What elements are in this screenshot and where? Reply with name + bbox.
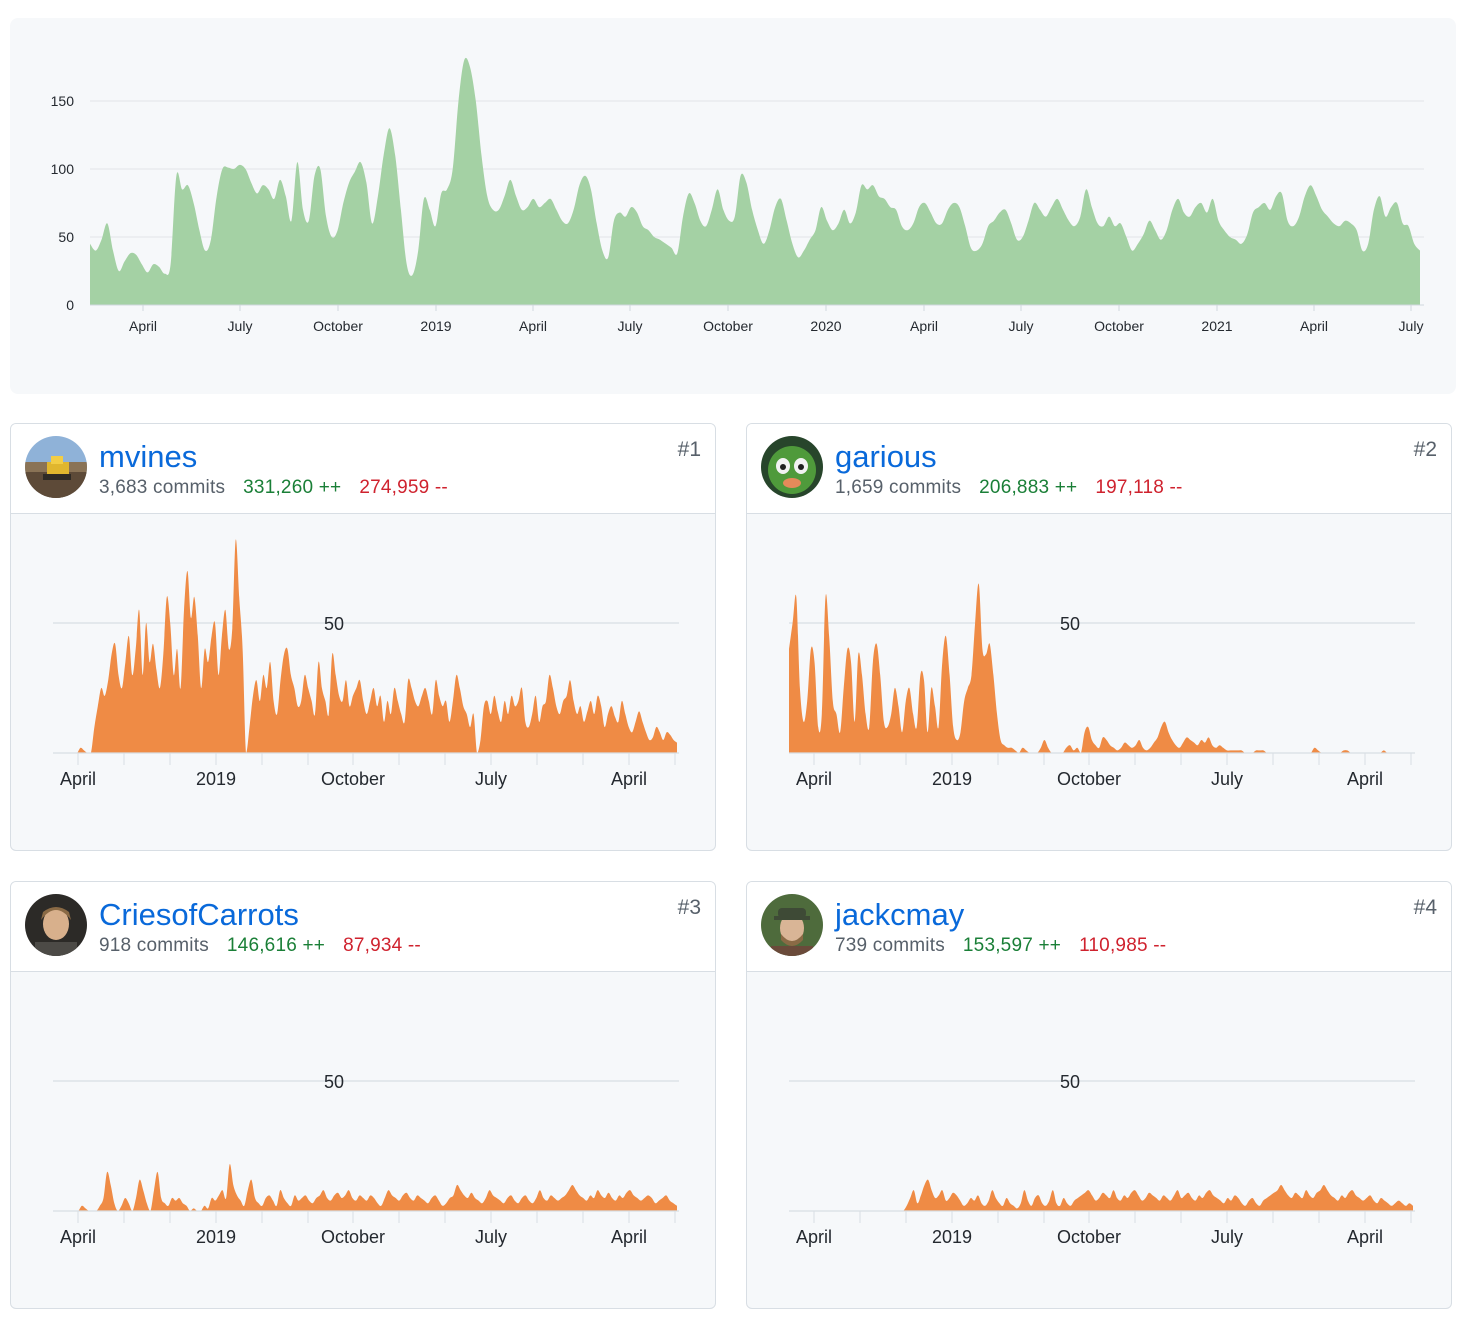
contributor-x-tick-label: April (1347, 1227, 1383, 1247)
contributor-x-tick-label: October (321, 769, 385, 789)
commit-count-link[interactable]: 3,683 commits (99, 477, 225, 498)
additions-count: 331,260 ++ (243, 477, 342, 498)
green-mask-avatar-icon[interactable] (761, 436, 823, 498)
contributor-card-header: garious 1,659 commits 206,883 ++ 197,118 -… (747, 424, 1451, 514)
contributor-x-tick-label: July (475, 769, 507, 789)
contributor-card: mvines 3,683 commits 331,260 ++ 274,959 --… (10, 423, 716, 851)
gridline-label: 50 (324, 614, 344, 634)
additions-count: 153,597 ++ (962, 935, 1062, 956)
overview-x-tick-label: October (1094, 318, 1144, 334)
contributor-username-link[interactable]: mvines (99, 440, 197, 474)
contributor-card-header: CriesofCarrots 918 commits 146,616 ++ 87,9… (11, 882, 715, 972)
contributor-activity-chart: 50 April 2019 October July April (789, 1072, 1415, 1247)
commit-count-link[interactable]: 739 commits (835, 935, 945, 956)
bulldozer-avatar-icon[interactable] (25, 436, 87, 498)
contributor-commits-area (53, 539, 677, 753)
contributor-rank: #3 (677, 896, 701, 919)
overview-chart-panel: 0 50 100 150 April July October 2019 April July Oc… (10, 18, 1456, 394)
overview-y-tick-label: 0 (66, 297, 74, 313)
contributor-username-link[interactable]: CriesofCarrots (99, 898, 299, 932)
contributor-card: CriesofCarrots 918 commits 146,616 ++ 87,9… (10, 881, 716, 1309)
contributor-x-tick-label: 2019 (196, 769, 236, 789)
overview-contributions-chart: 0 50 100 150 April July October 2019 April July Oc… (51, 57, 1424, 334)
contributor-x-tick-label: April (60, 1227, 96, 1247)
overview-y-tick-label: 100 (51, 161, 75, 177)
overview-x-tick-label: October (703, 318, 753, 334)
contributor-x-tick-label: April (611, 1227, 647, 1247)
contributor-commits-area (53, 1164, 677, 1211)
overview-commits-area (90, 57, 1420, 305)
contributor-x-tick-label: October (1057, 769, 1121, 789)
overview-x-tick-label: April (129, 318, 157, 334)
contributor-x-tick-label: 2019 (196, 1227, 236, 1247)
contributor-x-tick-label: April (796, 1227, 832, 1247)
contributor-rank: #1 (677, 438, 701, 461)
contributor-x-tick-label: April (796, 769, 832, 789)
contributor-x-tick-label: April (611, 769, 647, 789)
contributor-stats: 3,683 commits 331,260 ++ 274,959 -- (99, 477, 448, 499)
contributor-rank: #2 (1413, 438, 1437, 461)
contributor-x-tick-label: April (60, 769, 96, 789)
overview-x-tick-label: 2019 (420, 318, 451, 334)
overview-x-tick-label: April (519, 318, 547, 334)
contributor-activity-chart: 50 April 2019 October July April (789, 583, 1415, 789)
contributor-x-tick-label: 2019 (932, 1227, 972, 1247)
contributor-username-link[interactable]: jackcmay (835, 898, 964, 932)
overview-x-tick-label: 2021 (1201, 318, 1232, 334)
overview-x-tick-label: 2020 (810, 318, 841, 334)
contributor-username-link[interactable]: garious (835, 440, 937, 474)
contributor-x-tick-label: July (1211, 769, 1243, 789)
person-avatar-icon[interactable] (25, 894, 87, 956)
deletions-count: 274,959 -- (359, 477, 448, 498)
additions-count: 146,616 ++ (226, 935, 326, 956)
overview-x-tick-label: April (910, 318, 938, 334)
deletions-count: 197,118 -- (1095, 477, 1183, 498)
contributor-activity-chart: 50 April 2019 October July April (53, 539, 679, 789)
contributor-commits-area (789, 1179, 1413, 1211)
contributor-x-tick-label: October (1057, 1227, 1121, 1247)
additions-count: 206,883 ++ (979, 477, 1078, 498)
contributor-stats: 1,659 commits 206,883 ++ 197,118 -- (835, 477, 1183, 499)
overview-x-tick-label: July (1399, 318, 1424, 334)
contributor-x-tick-label: July (475, 1227, 507, 1247)
contributor-x-tick-label: July (1211, 1227, 1243, 1247)
contributor-x-tick-label: 2019 (932, 769, 972, 789)
contributor-card-header: jackcmay 739 commits 153,597 ++ 110,985 --… (747, 882, 1451, 972)
contributor-card: jackcmay 739 commits 153,597 ++ 110,985 --… (746, 881, 1452, 1309)
contributor-stats: 918 commits 146,616 ++ 87,934 -- (99, 935, 421, 957)
gridline-label: 50 (324, 1072, 344, 1092)
overview-x-tick-label: October (313, 318, 363, 334)
gridline-label: 50 (1060, 614, 1080, 634)
overview-x-tick-label: July (1009, 318, 1034, 334)
overview-x-tick-label: July (228, 318, 253, 334)
person-hat-avatar-icon[interactable] (761, 894, 823, 956)
overview-x-tick-label: April (1300, 318, 1328, 334)
commit-count-link[interactable]: 1,659 commits (835, 477, 961, 498)
contributor-card: garious 1,659 commits 206,883 ++ 197,118 -… (746, 423, 1452, 851)
overview-y-tick-label: 50 (58, 229, 74, 245)
commit-count-link[interactable]: 918 commits (99, 935, 209, 956)
contributor-rank: #4 (1413, 896, 1437, 919)
contributor-x-tick-label: April (1347, 769, 1383, 789)
gridline-label: 50 (1060, 1072, 1080, 1092)
contributor-stats: 739 commits 153,597 ++ 110,985 -- (835, 935, 1166, 957)
contributor-card-header: mvines 3,683 commits 331,260 ++ 274,959 --… (11, 424, 715, 514)
deletions-count: 87,934 -- (343, 935, 421, 956)
contributor-activity-chart: 50 April 2019 October July April (53, 1072, 679, 1247)
contributor-commits-area (789, 583, 1413, 753)
overview-x-tick-label: July (618, 318, 643, 334)
deletions-count: 110,985 -- (1079, 935, 1167, 956)
overview-y-tick-label: 150 (51, 93, 75, 109)
contributor-x-tick-label: October (321, 1227, 385, 1247)
